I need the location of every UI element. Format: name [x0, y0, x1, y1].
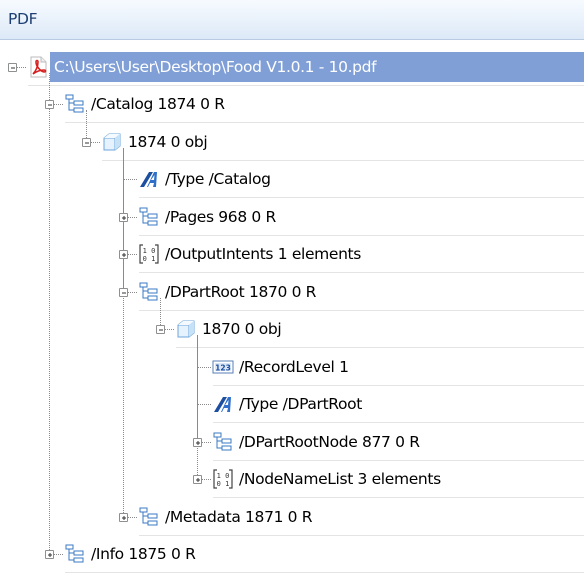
- tree-node-dpartroot[interactable]: /DPartRoot 1870 0 R: [165, 282, 316, 302]
- expand-toggle[interactable]: [193, 437, 202, 447]
- row-separator: [213, 497, 584, 498]
- row-separator: [65, 572, 584, 573]
- array-icon: 1 00 1: [138, 243, 160, 265]
- dictionary-icon: [138, 206, 160, 228]
- tree-connector: [123, 147, 124, 517]
- tree-node-obj-1870[interactable]: 1870 0 obj: [202, 319, 282, 339]
- row-separator: [139, 197, 584, 198]
- panel-title: PDF: [8, 10, 38, 28]
- tree-connector: [197, 335, 198, 480]
- tree-node-nodenamelist[interactable]: /NodeNameList 3 elements: [239, 469, 441, 489]
- tree-connector: [123, 179, 137, 181]
- pdf-file-icon: [27, 56, 49, 78]
- object-icon: [175, 318, 197, 340]
- dictionary-icon: [64, 543, 86, 565]
- collapse-toggle[interactable]: [8, 62, 17, 72]
- tree-node-metadata[interactable]: /Metadata 1871 0 R: [165, 507, 313, 527]
- row-separator: [139, 309, 584, 311]
- dictionary-icon: [138, 506, 160, 528]
- object-icon: [101, 131, 123, 153]
- expand-toggle[interactable]: [45, 550, 54, 560]
- number-icon: 123: [212, 356, 234, 378]
- tree-node-outputintents[interactable]: /OutputIntents 1 elements: [165, 244, 361, 264]
- row-separator: [28, 84, 584, 86]
- tree-connector: [197, 404, 211, 406]
- tree-connector: [49, 72, 50, 555]
- svg-text:1 0: 1 0: [217, 472, 230, 480]
- collapse-toggle[interactable]: [156, 325, 165, 335]
- tree-node-type-dpartroot[interactable]: /Type /DPartRoot: [239, 394, 362, 414]
- expand-toggle[interactable]: [119, 212, 128, 222]
- tree-node-type-catalog[interactable]: /Type /Catalog: [165, 169, 271, 189]
- name-icon: [212, 393, 234, 415]
- panel-header: PDF: [0, 0, 584, 40]
- tree-node-recordlevel[interactable]: /RecordLevel 1: [239, 357, 349, 377]
- row-separator: [213, 384, 584, 386]
- svg-text:123: 123: [215, 363, 231, 372]
- svg-text:1 0: 1 0: [143, 247, 156, 255]
- dictionary-icon: [212, 431, 234, 453]
- expand-toggle[interactable]: [119, 250, 128, 260]
- collapse-toggle[interactable]: [119, 287, 128, 297]
- tree-node-info[interactable]: /Info 1875 0 R: [91, 544, 196, 564]
- row-separator: [176, 347, 584, 348]
- tree-node-catalog[interactable]: /Catalog 1874 0 R: [91, 94, 225, 114]
- array-icon: 1 00 1: [212, 468, 234, 490]
- dictionary-icon: [64, 93, 86, 115]
- row-separator: [139, 234, 584, 236]
- collapse-toggle[interactable]: [45, 100, 54, 110]
- expand-toggle[interactable]: [193, 475, 202, 485]
- svg-text:0 1: 0 1: [143, 255, 156, 263]
- name-icon: [138, 168, 160, 190]
- tree-node-obj-1874[interactable]: 1874 0 obj: [128, 132, 208, 152]
- dictionary-icon: [138, 281, 160, 303]
- svg-text:0 1: 0 1: [217, 480, 230, 488]
- expand-toggle[interactable]: [119, 512, 128, 522]
- collapse-toggle[interactable]: [82, 137, 91, 147]
- tree-node-pdf-file[interactable]: C:\Users\User\Desktop\Food V1.0.1 - 10.p…: [54, 57, 377, 77]
- tree-connector: [197, 366, 211, 368]
- tree-node-dpartrootnode[interactable]: /DPartRootNode 877 0 R: [239, 432, 420, 452]
- row-separator: [139, 534, 584, 536]
- tree-node-pages[interactable]: /Pages 968 0 R: [165, 207, 276, 227]
- row-separator: [139, 272, 584, 273]
- pdf-structure-tree[interactable]: C:\Users\User\Desktop\Food V1.0.1 - 10.p…: [0, 40, 584, 578]
- row-separator: [102, 159, 584, 161]
- row-separator: [65, 122, 584, 123]
- row-separator: [213, 459, 584, 461]
- row-separator: [213, 422, 584, 423]
